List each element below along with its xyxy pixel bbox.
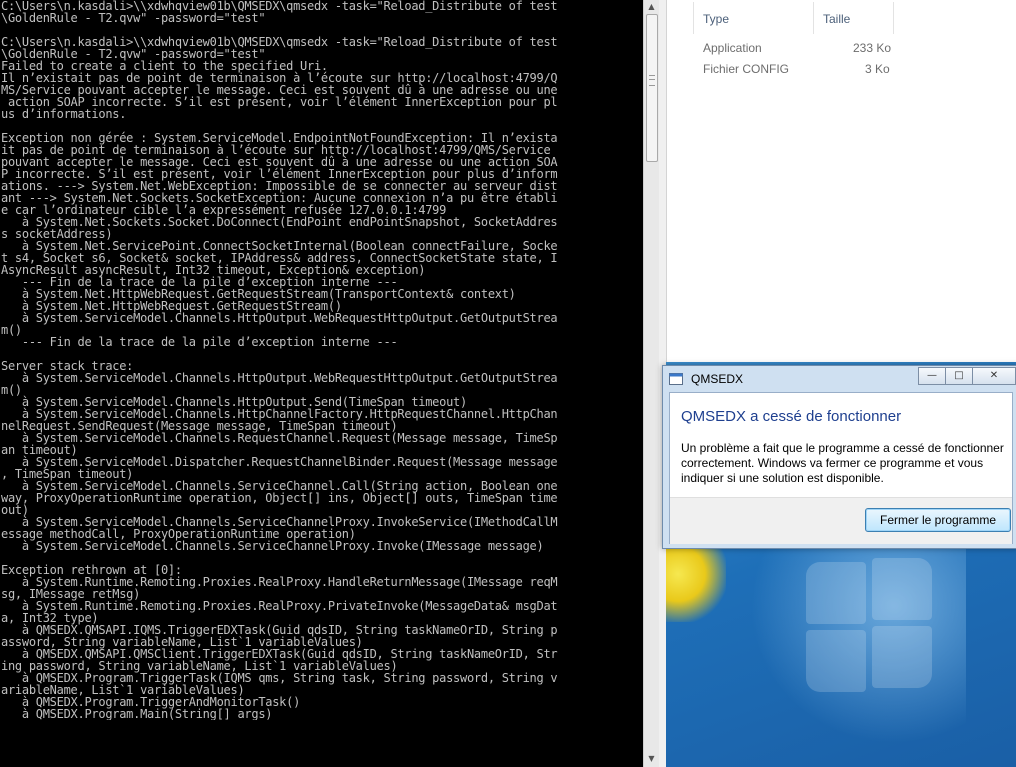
column-header-size[interactable]: Taille [823, 12, 850, 26]
dialog-title: QMSEDX [691, 372, 744, 386]
scroll-down-arrow[interactable]: ▼ [644, 752, 659, 766]
file-row-type[interactable]: Fichier CONFIG [703, 62, 789, 76]
close-button[interactable]: ✕ [972, 367, 1016, 385]
close-program-button[interactable]: Fermer le programme [865, 508, 1011, 532]
column-header-type[interactable]: Type [703, 12, 729, 26]
column-divider[interactable] [813, 2, 814, 34]
error-dialog: QMSEDX — □ ✕ QMSEDX a cessé de fonctionn… [662, 365, 1016, 549]
maximize-button[interactable]: □ [945, 367, 973, 385]
minimize-button[interactable]: — [918, 367, 946, 385]
column-divider [693, 2, 694, 34]
dialog-heading: QMSEDX a cessé de fonctionner [681, 408, 902, 425]
file-row-size: 3 Ko [865, 62, 890, 76]
windows-logo-icon [806, 558, 936, 702]
dialog-footer: Fermer le programme [670, 497, 1012, 544]
scroll-up-arrow[interactable]: ▲ [644, 0, 659, 14]
console-window[interactable]: C:\Users\n.kasdali>\\xdwhqview01b\QMSEDX… [0, 0, 643, 767]
dialog-message: Un problème a fait que le programme a ce… [681, 441, 1004, 485]
file-row-type[interactable]: Application [703, 41, 762, 55]
scrollbar-thumb[interactable] [646, 14, 658, 162]
grip-icon [649, 75, 655, 86]
column-divider[interactable] [893, 2, 894, 34]
file-row-size: 233 Ko [853, 41, 892, 55]
dialog-titlebar[interactable]: QMSEDX — □ ✕ [663, 366, 1016, 390]
console-scrollbar[interactable]: ▲ ▼ [643, 0, 659, 767]
dialog-content: QMSEDX a cessé de fonctionner Un problèm… [669, 392, 1013, 544]
app-window-icon [669, 373, 683, 385]
console-output: C:\Users\n.kasdali>\\xdwhqview01b\QMSEDX… [1, 0, 558, 720]
wallpaper-glow [666, 542, 726, 622]
explorer-details-panel: Type Taille Application 233 Ko Fichier C… [666, 0, 1016, 362]
